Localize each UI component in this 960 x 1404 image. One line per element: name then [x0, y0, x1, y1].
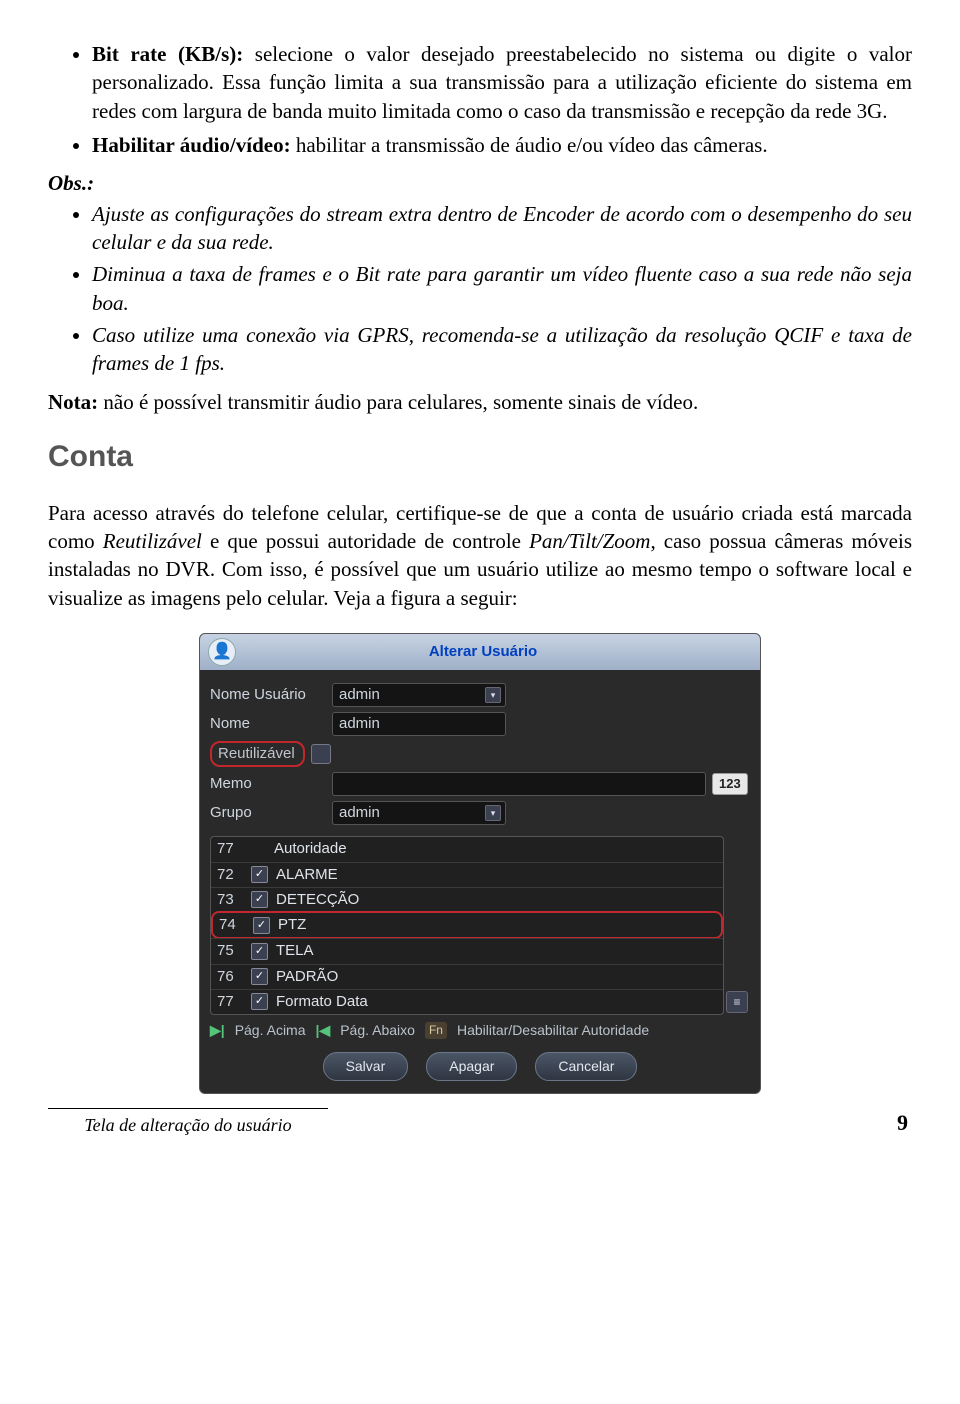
conta-paragraph: Para acesso através do telefone celular,… [48, 499, 912, 612]
authority-checkbox[interactable]: ✓ [251, 866, 268, 883]
authority-list: 77Autoridade72✓ALARME73✓DETECÇÃO74✓PTZ75… [210, 836, 724, 1015]
note: Nota: não é possível transmitir áudio pa… [48, 388, 912, 416]
chevron-down-icon[interactable]: ▾ [485, 805, 501, 821]
authority-label: TELA [276, 941, 717, 961]
authority-label: ALARME [276, 865, 717, 885]
authority-number: 72 [217, 865, 251, 885]
authority-checkbox[interactable]: ✓ [253, 917, 270, 934]
authority-row[interactable]: 77 Autoridade [211, 837, 723, 861]
authority-number: 73 [217, 890, 251, 910]
authority-checkbox[interactable]: ✓ [251, 943, 268, 960]
memo-field[interactable] [332, 772, 706, 796]
authority-scrollbar[interactable]: ≡ [724, 830, 750, 1015]
term-label: Habilitar áudio/vídeo: [92, 133, 291, 157]
name-field[interactable]: admin [332, 712, 506, 736]
group-dropdown[interactable]: admin ▾ [332, 801, 506, 825]
definition-list: Bit rate (KB/s): selecione o valor desej… [48, 40, 912, 159]
authority-row[interactable]: 75✓ TELA [211, 938, 723, 963]
authority-label: Autoridade [274, 839, 717, 859]
section-heading-conta: Conta [48, 437, 912, 478]
authority-number: 77 [217, 992, 251, 1012]
dialog-nav-hints: ▶| Pág. Acima |◀ Pág. Abaixo Fn Habilita… [210, 1021, 750, 1040]
page-up-icon: ▶| [210, 1021, 225, 1040]
list-item: Habilitar áudio/vídeo: habilitar a trans… [92, 131, 912, 159]
list-item: Ajuste as configurações do stream extra … [92, 200, 912, 257]
authority-label: PTZ [278, 915, 715, 935]
dialog-title: Alterar Usuário [244, 642, 752, 662]
figure-caption: Tela de alteração do usuário [48, 1108, 328, 1137]
list-item: Diminua a taxa de frames e o Bit rate pa… [92, 260, 912, 317]
note-text: não é possível transmitir áudio para cel… [98, 390, 698, 414]
authority-number: 77 [217, 839, 251, 859]
term-text: habilitar a transmissão de áudio e/ou ví… [291, 133, 768, 157]
reusable-checkbox[interactable] [311, 744, 331, 764]
obs-heading: Obs.: [48, 169, 912, 197]
authority-label: PADRÃO [276, 967, 717, 987]
save-button[interactable]: Salvar [323, 1052, 409, 1081]
obs-list: Ajuste as configurações do stream extra … [48, 200, 912, 378]
authority-number: 74 [219, 915, 253, 935]
fn-key-icon: Fn [425, 1022, 447, 1038]
list-item: Caso utilize uma conexão via GPRS, recom… [92, 321, 912, 378]
authority-label: DETECÇÃO [276, 890, 717, 910]
input-mode-badge[interactable]: 123 [712, 773, 748, 795]
chevron-down-icon[interactable]: ▾ [485, 687, 501, 703]
edit-user-dialog: 👤 Alterar Usuário Nome Usuário admin ▾ N… [199, 633, 761, 1094]
authority-row[interactable]: 73✓ DETECÇÃO [211, 887, 723, 912]
list-item: Bit rate (KB/s): selecione o valor desej… [92, 40, 912, 125]
label-username: Nome Usuário [210, 685, 332, 705]
authority-row[interactable]: 74✓ PTZ [211, 911, 723, 939]
label-group: Grupo [210, 803, 332, 823]
authority-label: Formato Data [276, 992, 717, 1012]
username-dropdown[interactable]: admin ▾ [332, 683, 506, 707]
authority-row[interactable]: 76✓ PADRÃO [211, 964, 723, 989]
authority-checkbox[interactable]: ✓ [251, 993, 268, 1010]
authority-number: 75 [217, 941, 251, 961]
scroll-handle-icon[interactable]: ≡ [726, 991, 748, 1013]
authority-number: 76 [217, 967, 251, 987]
label-name: Nome [210, 714, 332, 734]
note-label: Nota: [48, 390, 98, 414]
reusable-highlight: Reutilizável [210, 741, 305, 767]
authority-row[interactable]: 72✓ ALARME [211, 862, 723, 887]
authority-row[interactable]: 77✓ Formato Data [211, 989, 723, 1014]
label-memo: Memo [210, 774, 332, 794]
authority-checkbox[interactable]: ✓ [251, 968, 268, 985]
cancel-button[interactable]: Cancelar [535, 1052, 637, 1081]
dialog-title-bar: 👤 Alterar Usuário [200, 634, 760, 670]
authority-checkbox[interactable]: ✓ [251, 891, 268, 908]
page-number: 9 [897, 1108, 912, 1138]
term-label: Bit rate (KB/s): [92, 42, 243, 66]
delete-button[interactable]: Apagar [426, 1052, 517, 1081]
label-reusable: Reutilizável [218, 744, 295, 764]
user-icon: 👤 [208, 638, 236, 666]
page-down-icon: |◀ [316, 1021, 331, 1040]
